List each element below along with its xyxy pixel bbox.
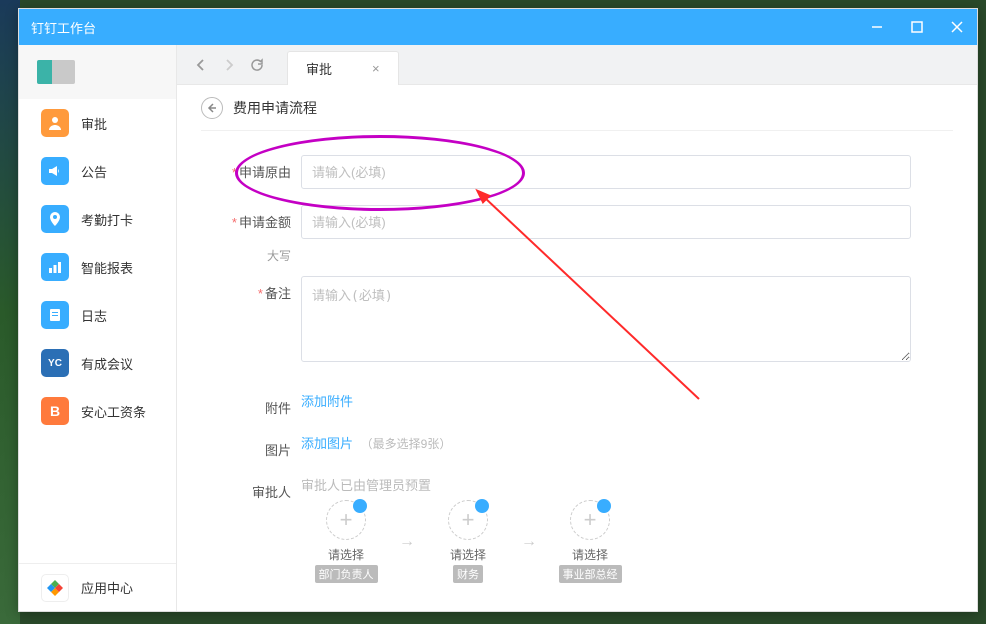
arrow-icon: → [399, 533, 415, 551]
amount-input[interactable] [301, 205, 911, 239]
page-title: 费用申请流程 [233, 98, 317, 118]
approver-add-button-3[interactable]: + [570, 500, 610, 540]
sidebar-item-appcenter[interactable]: 应用中心 [19, 563, 176, 611]
sidebar-item-label: 应用中心 [81, 578, 133, 597]
tab-close-button[interactable]: × [372, 61, 380, 76]
sidebar-item-label: 公告 [81, 162, 107, 181]
app-window: 钉钉工作台 审批 公告 考勤打卡 [18, 8, 978, 612]
remark-textarea[interactable] [301, 276, 911, 362]
maximize-button[interactable] [897, 9, 937, 45]
sidebar-item-label: 审批 [81, 114, 107, 133]
arrow-icon: → [521, 533, 537, 551]
page-back-button[interactable] [201, 97, 223, 119]
approver-select-label: 请选择 [450, 546, 486, 563]
add-image-link[interactable]: 添加图片 [301, 436, 353, 451]
location-icon [41, 205, 69, 233]
minimize-button[interactable] [857, 9, 897, 45]
sidebar: 审批 公告 考勤打卡 智能报表 日志 [19, 45, 177, 611]
document-icon [41, 301, 69, 329]
sidebar-item-reports[interactable]: 智能报表 [19, 243, 176, 291]
tabbar: 审批 × [177, 45, 977, 85]
sidebar-item-label: 考勤打卡 [81, 210, 133, 229]
sidebar-item-label: 智能报表 [81, 258, 133, 277]
content-area: 费用申请流程 *申请原由 *申请金额 大写 *备注 [177, 85, 977, 611]
yc-icon: YC [41, 349, 69, 377]
tab-approval[interactable]: 审批 × [287, 51, 399, 85]
nav-forward-button[interactable] [215, 51, 243, 79]
add-attachment-link[interactable]: 添加附件 [301, 394, 353, 409]
sidebar-item-salary[interactable]: B 安心工资条 [19, 387, 176, 435]
sidebar-item-announce[interactable]: 公告 [19, 147, 176, 195]
titlebar: 钉钉工作台 [19, 9, 977, 45]
close-button[interactable] [937, 9, 977, 45]
nav-refresh-button[interactable] [243, 51, 271, 79]
main-area: 审批 × 费用申请流程 *申请原由 *申请金额 大写 [177, 45, 977, 611]
nav-back-button[interactable] [187, 51, 215, 79]
sidebar-item-attendance[interactable]: 考勤打卡 [19, 195, 176, 243]
capital-label: 大写 [201, 247, 301, 264]
salary-icon: B [41, 397, 69, 425]
avatar-row[interactable] [19, 45, 176, 99]
sidebar-item-meeting[interactable]: YC 有成会议 [19, 339, 176, 387]
window-title: 钉钉工作台 [31, 18, 96, 37]
approver-add-button-1[interactable]: + [326, 500, 366, 540]
sidebar-item-approval[interactable]: 审批 [19, 99, 176, 147]
approver-label: 审批人 [201, 475, 301, 501]
apps-icon [41, 574, 69, 602]
attach-label: 附件 [201, 391, 301, 417]
approver-flow: + 请选择 部门负责人 → + 请选择 财务 → [301, 500, 953, 583]
reason-label: *申请原由 [201, 155, 301, 181]
avatar [37, 60, 75, 84]
image-label: 图片 [201, 433, 301, 459]
chart-icon [41, 253, 69, 281]
reason-input[interactable] [301, 155, 911, 189]
amount-label: *申请金额 [201, 205, 301, 231]
approver-add-button-2[interactable]: + [448, 500, 488, 540]
sidebar-item-label: 安心工资条 [81, 402, 146, 421]
tab-label: 审批 [306, 59, 332, 78]
approver-role: 财务 [453, 565, 483, 583]
sidebar-item-label: 日志 [81, 306, 107, 325]
remark-label: *备注 [201, 276, 301, 302]
sidebar-item-label: 有成会议 [81, 354, 133, 373]
approver-note: 审批人已由管理员预置 [301, 475, 953, 494]
sidebar-item-log[interactable]: 日志 [19, 291, 176, 339]
person-icon [41, 109, 69, 137]
approver-select-label: 请选择 [328, 546, 364, 563]
approver-select-label: 请选择 [572, 546, 608, 563]
approver-role: 部门负责人 [315, 565, 378, 583]
approver-role: 事业部总经 [559, 565, 622, 583]
megaphone-icon [41, 157, 69, 185]
image-hint: （最多选择9张） [361, 437, 452, 451]
